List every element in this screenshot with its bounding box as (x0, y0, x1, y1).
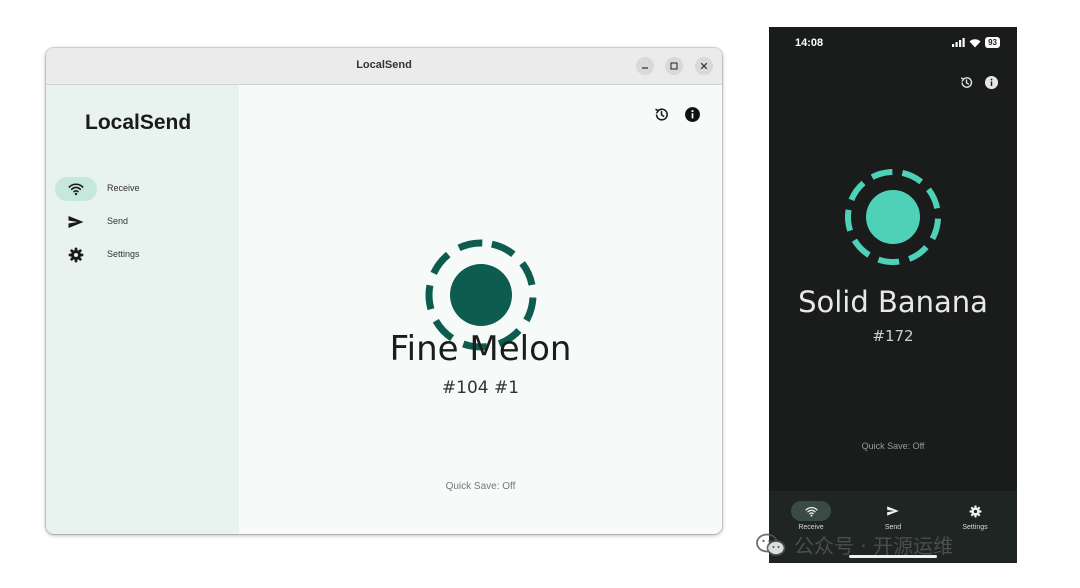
maximize-button[interactable] (665, 57, 683, 75)
phone-screen: 14:08 93 Solid Banana #172 Quick Save: O… (769, 27, 1017, 563)
desktop-window: LocalSend LocalSend Receive Send Setting… (46, 48, 722, 534)
device-name: Fine Melon (389, 329, 572, 369)
phone-tab-label: Settings (962, 524, 988, 531)
device-id: #104 #1 (441, 378, 520, 398)
sidebar-item-receive[interactable]: Receive (55, 177, 235, 201)
title-bar: LocalSend (46, 48, 722, 85)
battery-indicator: 93 (985, 37, 1000, 48)
nav-icon-wrap (873, 501, 913, 521)
gear-icon (969, 505, 981, 517)
phone-info-button[interactable] (982, 73, 1000, 91)
window-title: LocalSend (356, 59, 412, 71)
phone-device-id: #172 (872, 327, 914, 345)
phone-device-name: Solid Banana (798, 285, 988, 319)
gear-icon (68, 247, 84, 263)
nav-icon-wrap (955, 501, 995, 521)
status-time: 14:08 (795, 37, 824, 49)
close-icon (700, 62, 708, 70)
send-icon (887, 506, 899, 516)
nav-icon-wrap (55, 243, 97, 267)
sidebar-item-label: Send (107, 216, 129, 226)
phone-device-avatar-ring (845, 169, 941, 265)
sidebar-item-label: Settings (107, 249, 140, 259)
phone-device-avatar (866, 190, 920, 244)
app-logo-text: LocalSend (85, 111, 192, 134)
wifi-icon (68, 183, 84, 196)
sidebar-item-label: Receive (107, 183, 140, 193)
nav-icon-wrap (55, 210, 97, 234)
watermark: 公众号 · 开源运维 (756, 530, 953, 559)
active-indicator (791, 501, 831, 521)
active-indicator (55, 177, 97, 201)
maximize-icon (670, 62, 678, 70)
wechat-icon (756, 533, 786, 556)
cellular-signal-icon (952, 38, 965, 47)
wifi-status-icon (969, 38, 981, 47)
wifi-icon (804, 506, 818, 517)
phone-quick-save-status[interactable]: Quick Save: Off (769, 441, 1017, 451)
status-icons: 93 (952, 37, 1000, 48)
info-icon (684, 106, 700, 122)
minimize-button[interactable] (636, 57, 654, 75)
send-icon (68, 216, 84, 228)
device-avatar (450, 264, 512, 326)
phone-history-button[interactable] (957, 73, 975, 91)
minimize-icon (642, 67, 648, 69)
phone-tab-settings[interactable]: Settings (945, 501, 1005, 535)
history-icon (960, 76, 972, 88)
history-icon (654, 107, 668, 121)
quick-save-status[interactable]: Quick Save: Off (239, 481, 722, 492)
sidebar: LocalSend Receive Send Settings (46, 85, 239, 534)
close-button[interactable] (695, 57, 713, 75)
sidebar-item-settings[interactable]: Settings (55, 243, 235, 267)
sidebar-item-send[interactable]: Send (55, 210, 235, 234)
main-content: Fine Melon #104 #1 Quick Save: Off (239, 85, 722, 534)
info-icon (984, 75, 998, 89)
watermark-text: 公众号 · 开源运维 (794, 534, 954, 558)
history-button[interactable] (652, 105, 670, 123)
info-button[interactable] (683, 105, 701, 123)
